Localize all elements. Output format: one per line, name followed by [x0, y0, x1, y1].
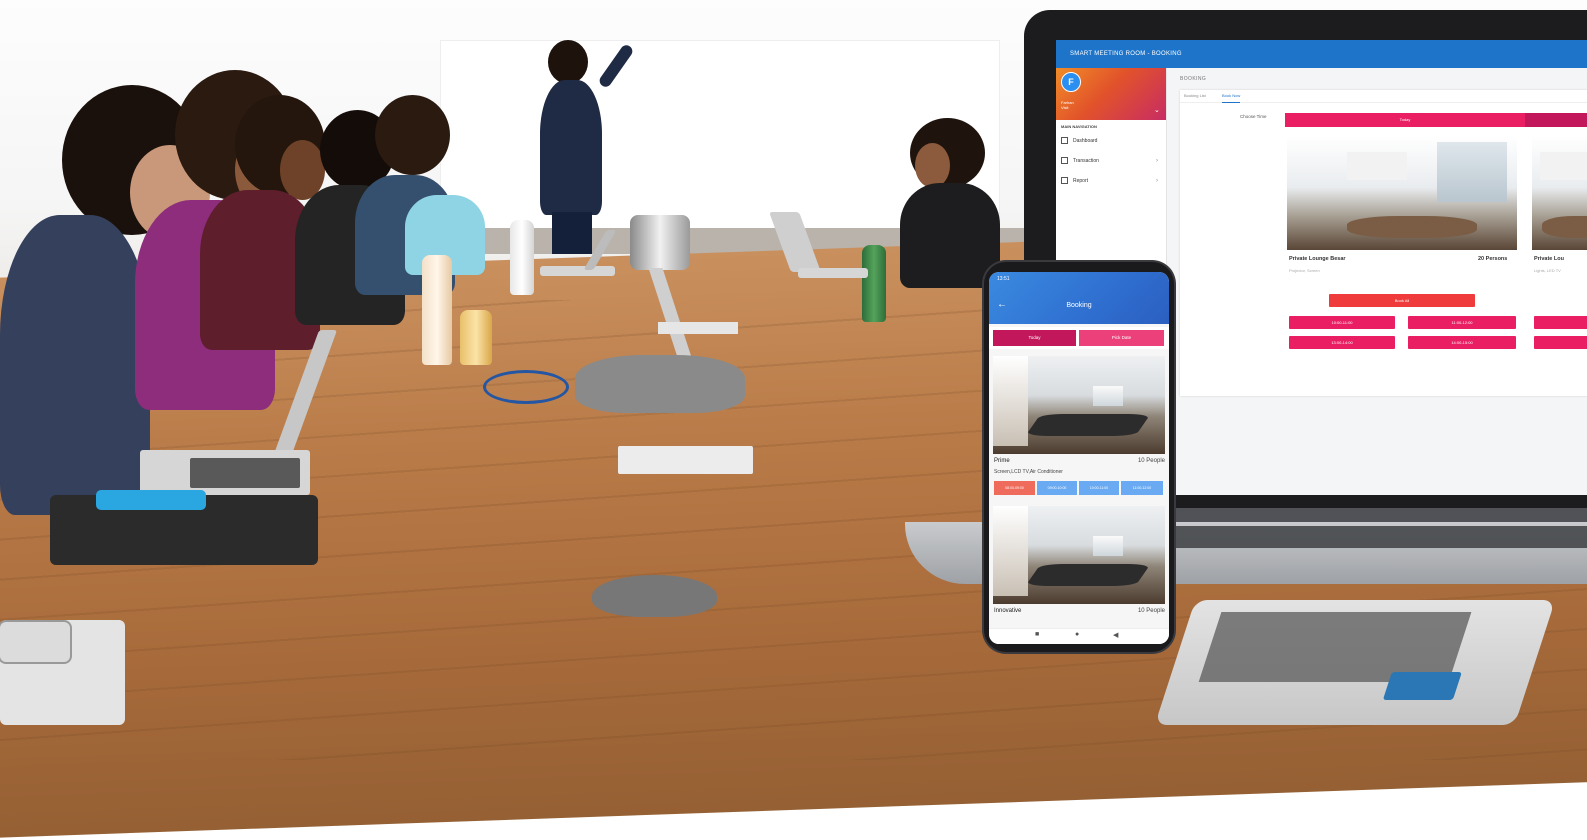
water-bottle-3	[510, 220, 534, 295]
back-triangle-icon[interactable]: ◀	[1113, 631, 1118, 639]
attendee-6	[895, 118, 1005, 288]
time-slot-button[interactable]	[1534, 336, 1587, 349]
water-bottle-1	[422, 255, 452, 365]
laptop-far-1	[769, 212, 870, 278]
tab-book-now[interactable]: Book Now	[1222, 90, 1241, 103]
sidebar-item-label: Dashboard	[1073, 138, 1098, 144]
time-slot-button[interactable]: 08:00-09:00	[994, 481, 1035, 495]
app-bar-title: SMART MEETING ROOM - BOOKING	[1056, 40, 1587, 68]
booking-tabs: Booking List Book Now	[1180, 90, 1587, 103]
conference-phone	[575, 355, 745, 413]
avatar[interactable]: F	[1061, 72, 1081, 92]
tab-pick-date[interactable]: Pick Date	[1079, 330, 1164, 346]
time-slot-button[interactable]: 13:00-14:00	[1289, 336, 1395, 349]
phone-bottom-left	[0, 622, 70, 662]
time-slot-button[interactable]: 10:00-11:00	[1289, 316, 1395, 329]
time-slot-button[interactable]: 10:00-11:00	[1079, 481, 1119, 495]
laptop-left	[140, 330, 350, 500]
room-name: Private Lounge Besar	[1289, 256, 1346, 262]
time-slot-button[interactable]: 11:00-12:00	[1408, 316, 1516, 329]
room-image	[1532, 136, 1587, 250]
room-capacity: 10 People	[1137, 608, 1165, 614]
sidebar-item-label: Transaction	[1073, 158, 1099, 164]
room-image	[1287, 136, 1517, 250]
sidebar-item-dashboard[interactable]: Dashboard	[1056, 132, 1166, 150]
phone-header: 13:51 ← Booking	[989, 272, 1169, 324]
home-icon	[1061, 137, 1068, 144]
room-facilities: Lights, LED TV	[1534, 268, 1561, 273]
sidebar-item-report[interactable]: Report ›	[1056, 172, 1166, 190]
tab-booking-list[interactable]: Booking List	[1184, 90, 1206, 102]
time-slot-button[interactable]: 09:00-10:00	[1037, 481, 1077, 495]
chevron-right-icon: ›	[1156, 178, 1158, 184]
status-time: 13:51	[997, 276, 1010, 282]
laptop-bottom-right	[1154, 600, 1556, 725]
phone-on-binder	[96, 490, 206, 510]
user-role: Visit	[1061, 105, 1069, 110]
sidebar-item-transaction[interactable]: Transaction ›	[1056, 152, 1166, 170]
nav-section-label: MAIN NAVIGATION	[1061, 124, 1097, 129]
phone-page-title: Booking	[1066, 302, 1092, 309]
next-day-selector[interactable]	[1525, 113, 1587, 127]
room-capacity: 10 People	[1137, 458, 1165, 464]
laptop-keyboard	[1160, 526, 1587, 548]
main-content: BOOKING Booking List Book Now Choose Tim…	[1168, 68, 1587, 495]
today-selector[interactable]: Today	[1285, 113, 1587, 127]
cable	[483, 370, 569, 404]
sidebar-user-header: F Farhan Visit ⌄	[1056, 68, 1166, 120]
room-image	[993, 356, 1165, 454]
room-name: Innovative	[994, 608, 1022, 614]
transaction-icon	[1061, 157, 1068, 164]
conference-speaker	[592, 575, 717, 617]
chevron-right-icon: ›	[1156, 158, 1158, 164]
room-name: Prime	[994, 458, 1010, 464]
booking-card: Booking List Book Now Choose Time Today …	[1180, 90, 1587, 396]
book-all-button[interactable]: Book All	[1329, 294, 1475, 307]
tab-today[interactable]: Today	[993, 330, 1076, 346]
room-name: Private Lou	[1534, 256, 1564, 262]
camera-tower	[630, 215, 690, 270]
choose-time-label: Choose Time	[1240, 114, 1267, 119]
square-icon[interactable]: ■	[1035, 631, 1039, 638]
chevron-down-icon[interactable]: ⌄	[1154, 106, 1160, 114]
sidebar-item-label: Report	[1073, 178, 1089, 184]
today-label: Today	[1399, 117, 1411, 122]
room-image	[993, 506, 1165, 604]
phone-screen: 13:51 ← Booking Today Pick Date Prime 10…	[989, 272, 1169, 644]
presenter	[540, 40, 640, 255]
sidebar-user-info: Farhan Visit	[1061, 100, 1121, 110]
time-slot-button[interactable]	[1534, 316, 1587, 329]
room-facilities: Screen,LCD TV,Air Conditioner	[994, 469, 1063, 475]
report-icon	[1061, 177, 1068, 184]
time-slot-button[interactable]: 14:00-15:00	[1408, 336, 1516, 349]
time-slot-button[interactable]: 11:00-12:00	[1121, 481, 1163, 495]
circle-icon[interactable]: ●	[1075, 631, 1079, 638]
power-outlet-far	[658, 322, 738, 334]
laptop-far-2	[540, 230, 620, 278]
room-capacity: 20 Persons	[1478, 256, 1508, 262]
room-facilities: Projector, Screen	[1289, 268, 1320, 273]
android-nav-bar: ■ ● ◀	[989, 628, 1169, 644]
power-outlet	[618, 446, 753, 474]
phone-date-tabs: Today Pick Date	[989, 327, 1169, 349]
breadcrumb: BOOKING	[1180, 76, 1207, 82]
water-bottle-2	[460, 310, 492, 365]
